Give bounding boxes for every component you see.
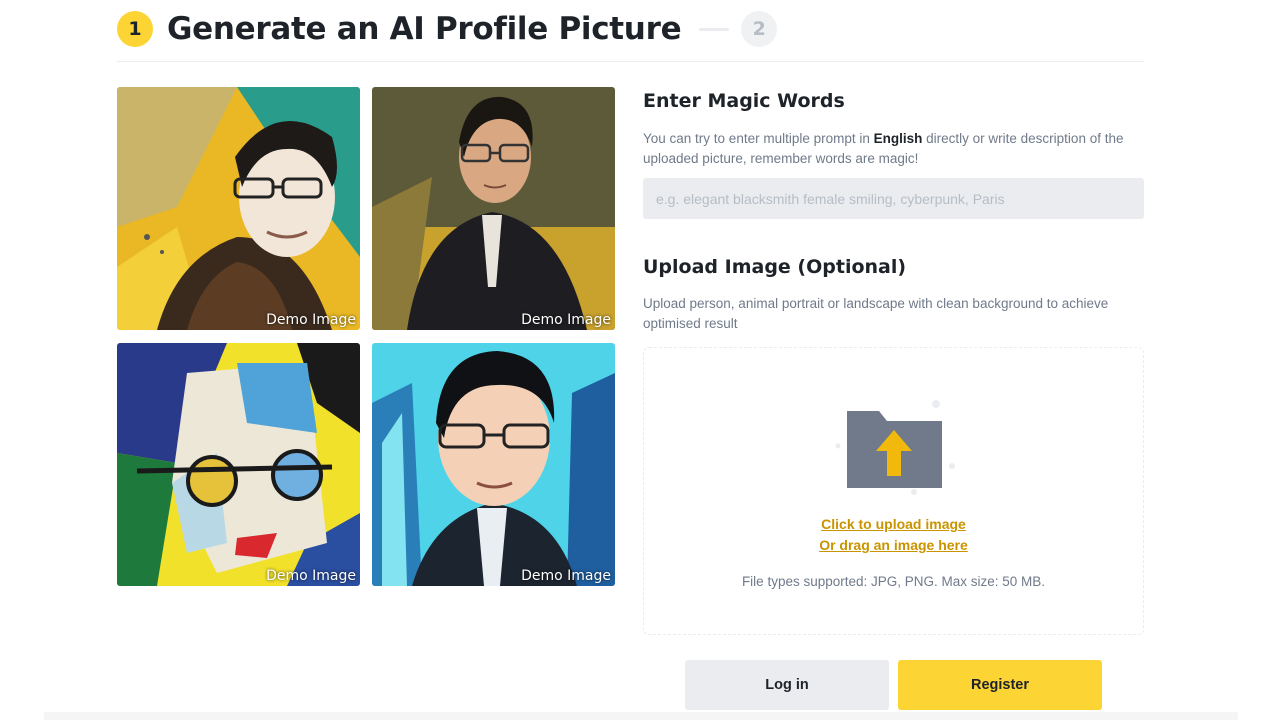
page-title: Generate an AI Profile Picture <box>167 11 682 47</box>
magic-words-description: You can try to enter multiple prompt in … <box>643 129 1153 169</box>
header-divider <box>117 61 1144 62</box>
login-button[interactable]: Log in <box>685 660 889 710</box>
step-1-badge: 1 <box>117 11 153 47</box>
drag-image-link[interactable]: Or drag an image here <box>644 537 1143 553</box>
portrait-illustration <box>372 343 615 586</box>
demo-image-label: Demo Image <box>521 312 611 328</box>
click-to-upload-link[interactable]: Click to upload image <box>644 516 1143 532</box>
magic-words-desc-bold: English <box>873 131 923 146</box>
magic-words-desc-part1: You can try to enter multiple prompt in <box>643 131 874 146</box>
step-2-badge: 2 <box>741 11 778 47</box>
demo-image-4: Demo Image <box>372 343 615 586</box>
step-connector <box>699 27 730 31</box>
footer-band <box>44 712 1238 720</box>
upload-image-title: Upload Image (Optional) <box>643 256 907 278</box>
demo-image-label: Demo Image <box>266 568 356 584</box>
portrait-illustration <box>117 343 360 586</box>
stepper: 1 Generate an AI Profile Picture 2 <box>117 10 778 48</box>
demo-image-3: Demo Image <box>117 343 360 586</box>
prompt-input[interactable] <box>643 178 1144 219</box>
register-button[interactable]: Register <box>898 660 1102 710</box>
magic-words-title: Enter Magic Words <box>643 90 845 112</box>
demo-image-label: Demo Image <box>266 312 356 328</box>
demo-image-1: Demo Image <box>117 87 360 330</box>
folder-upload-icon <box>835 400 955 495</box>
demo-image-2: Demo Image <box>372 87 615 330</box>
demo-image-label: Demo Image <box>521 568 611 584</box>
portrait-illustration <box>117 87 360 330</box>
portrait-illustration <box>372 87 615 330</box>
upload-dropzone[interactable]: Click to upload image Or drag an image h… <box>643 347 1144 635</box>
file-types-note: File types supported: JPG, PNG. Max size… <box>741 574 1046 589</box>
upload-image-description: Upload person, animal portrait or landsc… <box>643 296 1109 331</box>
